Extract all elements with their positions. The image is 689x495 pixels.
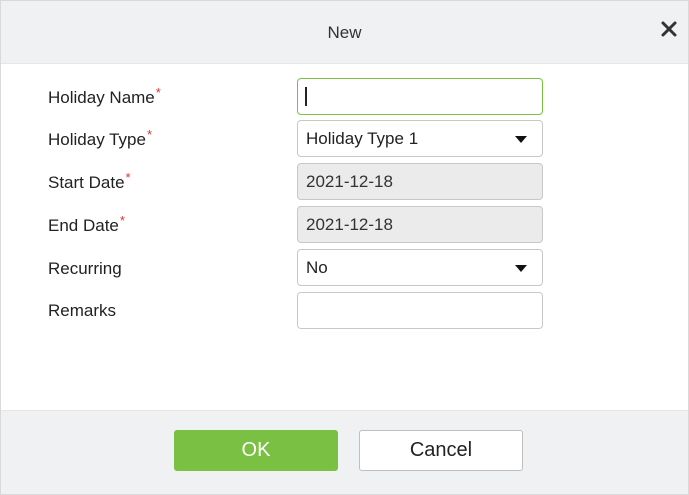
required-marker: *	[146, 127, 153, 142]
remarks-label: Remarks	[48, 301, 116, 321]
chevron-down-icon	[515, 136, 527, 143]
start-date-label-text: Start Date	[48, 173, 125, 192]
recurring-select[interactable]: No	[297, 249, 543, 286]
remarks-label-text: Remarks	[48, 301, 117, 320]
start-date-label: Start Date*	[48, 170, 131, 193]
holiday-type-label-text: Holiday Type	[48, 130, 146, 149]
recurring-label: Recurring	[48, 259, 122, 279]
recurring-value: No	[306, 258, 328, 277]
close-icon[interactable]	[658, 18, 680, 40]
holiday-name-label-text: Holiday Name	[48, 88, 155, 107]
new-holiday-dialog: New Holiday Name* Holiday Type* Holiday …	[0, 0, 689, 495]
holiday-name-label: Holiday Name*	[48, 85, 161, 108]
ok-button[interactable]: OK	[174, 430, 338, 471]
dialog-header: New	[1, 1, 688, 64]
remarks-input[interactable]	[297, 292, 543, 329]
end-date-label: End Date*	[48, 213, 125, 236]
end-date-value: 2021-12-18	[306, 215, 393, 234]
holiday-type-label: Holiday Type*	[48, 127, 153, 150]
dialog-title: New	[327, 23, 362, 42]
required-marker: *	[119, 213, 125, 228]
start-date-value: 2021-12-18	[306, 172, 393, 191]
holiday-name-input[interactable]	[297, 78, 543, 115]
start-date-field: 2021-12-18	[297, 163, 543, 200]
text-caret	[305, 87, 307, 106]
recurring-label-text: Recurring	[48, 259, 122, 278]
end-date-field: 2021-12-18	[297, 206, 543, 243]
holiday-type-value: Holiday Type 1	[306, 129, 419, 148]
chevron-down-icon	[515, 265, 527, 272]
dialog-footer: OK Cancel	[1, 410, 688, 494]
end-date-label-text: End Date	[48, 216, 119, 235]
holiday-type-select[interactable]: Holiday Type 1	[297, 120, 543, 157]
required-marker: *	[125, 170, 131, 185]
required-marker: *	[155, 85, 161, 100]
cancel-button[interactable]: Cancel	[359, 430, 523, 471]
